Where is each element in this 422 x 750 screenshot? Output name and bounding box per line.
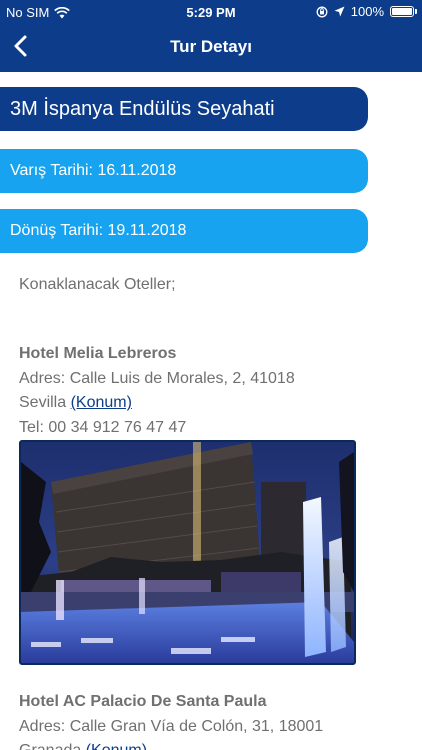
return-date: Dönüş Tarihi: 19.11.2018	[0, 209, 368, 253]
hotel-name: Hotel AC Palacio De Santa Paula	[19, 693, 267, 710]
hotel-address-city-row: Sevilla (Konum)	[19, 391, 409, 416]
status-right: 100%	[316, 4, 417, 19]
tour-title: 3M İspanya Endülüs Seyahati	[0, 87, 368, 131]
location-link[interactable]: (Konum)	[86, 742, 147, 750]
hotel-city: Sevilla	[19, 394, 67, 411]
app-header: No SIM 5:29 PM 100% Tur Detayı	[0, 0, 422, 72]
hotel-name: Hotel Melia Lebreros	[19, 345, 177, 362]
hotel-card: Hotel Melia Lebreros Adres: Calle Luis d…	[19, 342, 409, 440]
arrival-date: Varış Tarihi: 16.11.2018	[0, 149, 368, 193]
hotels-section-label: Konaklanacak Oteller;	[19, 276, 176, 293]
hotel-card: Hotel AC Palacio De Santa Paula Adres: C…	[19, 690, 409, 750]
rotation-lock-icon	[316, 6, 328, 17]
hotel-address: Adres: Calle Gran Vía de Colón, 31, 1800…	[19, 717, 324, 735]
battery-icon	[390, 6, 417, 17]
battery-percent: 100%	[350, 4, 384, 19]
location-link[interactable]: (Konum)	[71, 394, 132, 411]
location-arrow-icon	[334, 6, 345, 17]
nav-title: Tur Detayı	[170, 37, 252, 56]
hotel-photo	[19, 440, 356, 665]
hotel-address-city-row: Granada (Konum)	[19, 739, 409, 750]
hotel-address: Adres: Calle Luis de Morales, 2, 41018	[19, 369, 295, 387]
hotel-city: Granada	[19, 742, 81, 750]
hotel-phone: Tel: 00 34 912 76 47 47	[19, 418, 187, 436]
status-bar: No SIM 5:29 PM 100%	[0, 0, 422, 24]
battery-fill	[392, 8, 412, 15]
